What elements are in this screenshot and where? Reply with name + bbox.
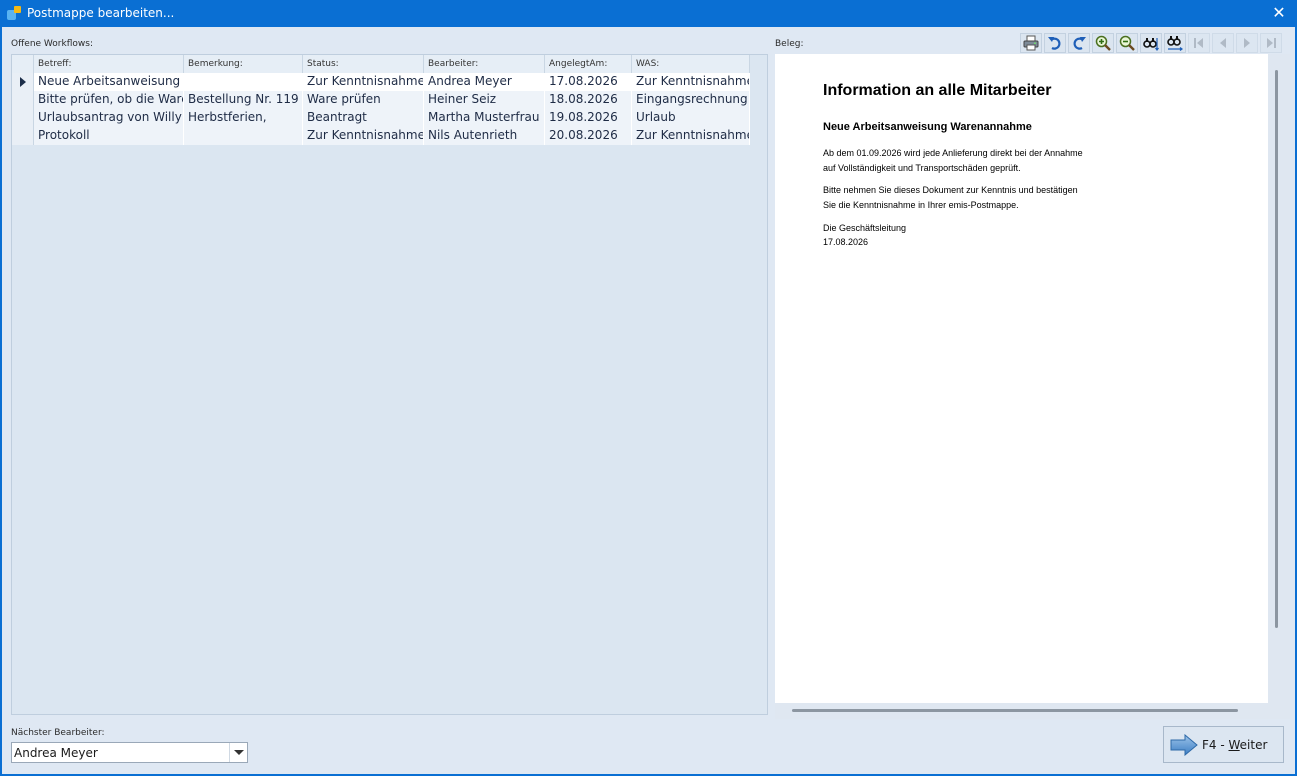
cell-betreff[interactable]: Urlaubsantrag von Willy — [34, 109, 184, 127]
cell-status[interactable]: Zur Kenntnisnahme — [303, 73, 424, 91]
cell-was[interactable]: Zur Kenntnisnahme — [632, 73, 750, 91]
next-processor-label: Nächster Bearbeiter: — [11, 728, 105, 738]
beleg-label: Beleg: — [775, 39, 804, 49]
redo-icon[interactable] — [1068, 33, 1090, 53]
document-preview[interactable]: Information an alle Mitarbeiter Neue Arb… — [775, 54, 1290, 719]
vertical-scrollbar[interactable] — [1275, 70, 1278, 628]
previous-page-icon[interactable] — [1212, 33, 1234, 53]
preview-toolbar — [1020, 33, 1282, 55]
cell-was[interactable]: Urlaub — [632, 109, 750, 127]
column-header-was[interactable]: WAS: — [632, 55, 750, 73]
document-line: Bitte nehmen Sie dieses Dokument zur Ken… — [823, 185, 1078, 195]
cell-was[interactable]: Eingangsrechnung — [632, 91, 750, 109]
cell-angelegt-am[interactable]: 20.08.2026 — [545, 127, 632, 145]
document-signature: Die Geschäftsleitung — [823, 223, 907, 233]
next-page-icon[interactable] — [1236, 33, 1258, 53]
first-page-icon[interactable] — [1188, 33, 1210, 53]
zoom-in-icon[interactable] — [1092, 33, 1114, 53]
column-header-angelegt-am[interactable]: AngelegtAm: — [545, 55, 632, 73]
cell-betreff[interactable]: Protokoll — [34, 127, 184, 145]
document-page: Information an alle Mitarbeiter Neue Arb… — [775, 54, 1268, 703]
app-icon — [7, 6, 22, 21]
cell-bemerkung[interactable] — [184, 127, 303, 145]
column-header-bearbeiter[interactable]: Bearbeiter: — [424, 55, 545, 73]
horizontal-scrollbar[interactable] — [792, 709, 1238, 712]
document-line: auf Vollständigkeit und Transportschäden… — [823, 163, 1021, 173]
row-selector[interactable] — [12, 109, 34, 127]
cell-bearbeiter[interactable]: Heiner Seiz — [424, 91, 545, 109]
cell-bearbeiter[interactable]: Nils Autenrieth — [424, 127, 545, 145]
undo-icon[interactable] — [1044, 33, 1066, 53]
current-row-arrow-icon — [20, 77, 26, 87]
column-header-betreff[interactable]: Betreff: — [34, 55, 184, 73]
table-row[interactable]: Neue Arbeitsanweisung Zur Kenntnisnahme … — [12, 73, 750, 91]
cell-was[interactable]: Zur Kenntnisnahme — [632, 127, 750, 145]
column-header-bemerkung[interactable]: Bemerkung: — [184, 55, 303, 73]
window-title: Postmappe bearbeiten... — [27, 6, 175, 20]
document-line: Ab dem 01.09.2026 wird jede Anlieferung … — [823, 148, 1083, 158]
next-button[interactable]: F4 - Weiter — [1163, 726, 1284, 763]
cell-bearbeiter[interactable]: Andrea Meyer — [424, 73, 545, 91]
find-next-icon[interactable] — [1164, 33, 1186, 53]
next-processor-dropdown[interactable]: Andrea Meyer — [11, 742, 248, 763]
cell-angelegt-am[interactable]: 18.08.2026 — [545, 91, 632, 109]
print-icon[interactable] — [1020, 33, 1042, 53]
cell-angelegt-am[interactable]: 19.08.2026 — [545, 109, 632, 127]
cell-bemerkung[interactable] — [184, 73, 303, 91]
arrow-right-icon — [1170, 734, 1198, 756]
row-selector[interactable] — [12, 91, 34, 109]
cell-status[interactable]: Beantragt — [303, 109, 424, 127]
next-processor-value: Andrea Meyer — [14, 746, 98, 760]
table-row[interactable]: Urlaubsantrag von Willy Herbstferien, Be… — [12, 109, 750, 127]
find-icon[interactable] — [1140, 33, 1162, 53]
zoom-out-icon[interactable] — [1116, 33, 1138, 53]
grid-header: Betreff: Bemerkung: Status: Bearbeiter: … — [12, 55, 750, 73]
next-button-label: F4 - Weiter — [1202, 738, 1268, 752]
title-bar: Postmappe bearbeiten... ✕ — [0, 0, 1297, 27]
row-selector[interactable] — [12, 73, 34, 91]
workflow-grid[interactable]: Betreff: Bemerkung: Status: Bearbeiter: … — [11, 54, 768, 715]
document-line: Sie die Kenntnisnahme in Ihrer emis-Post… — [823, 200, 1019, 210]
chevron-down-icon — [234, 750, 244, 755]
cell-bearbeiter[interactable]: Martha Musterfrau — [424, 109, 545, 127]
document-title: Information an alle Mitarbeiter — [823, 82, 1052, 99]
table-row[interactable]: Protokoll Zur Kenntnisnahme Nils Autenri… — [12, 127, 750, 145]
cell-bemerkung[interactable]: Bestellung Nr. 119 — [184, 91, 303, 109]
open-workflows-label: Offene Workflows: — [11, 39, 93, 49]
column-header-status[interactable]: Status: — [303, 55, 424, 73]
cell-bemerkung[interactable]: Herbstferien, — [184, 109, 303, 127]
cell-angelegt-am[interactable]: 17.08.2026 — [545, 73, 632, 91]
close-icon[interactable]: ✕ — [1269, 3, 1289, 23]
cell-betreff[interactable]: Neue Arbeitsanweisung — [34, 73, 184, 91]
cell-betreff[interactable]: Bitte prüfen, ob die Ware — [34, 91, 184, 109]
document-date: 17.08.2026 — [823, 237, 869, 247]
dropdown-button[interactable] — [229, 743, 247, 762]
last-page-icon[interactable] — [1260, 33, 1282, 53]
table-row[interactable]: Bitte prüfen, ob die Ware Bestellung Nr.… — [12, 91, 750, 109]
row-header-corner — [12, 55, 34, 73]
cell-status[interactable]: Ware prüfen — [303, 91, 424, 109]
row-selector[interactable] — [12, 127, 34, 145]
document-subtitle: Neue Arbeitsanweisung Warenannahme — [823, 121, 1032, 133]
cell-status[interactable]: Zur Kenntnisnahme — [303, 127, 424, 145]
